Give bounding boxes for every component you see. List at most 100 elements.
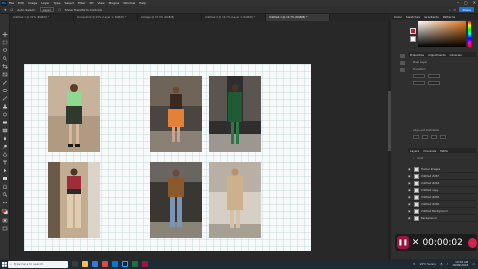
move-tool-icon[interactable]: ✥: [4, 8, 7, 12]
history-brush-icon[interactable]: [2, 112, 8, 117]
taskbar-clock[interactable]: 10:04 AM 18/09/2023: [452, 261, 468, 267]
x-field[interactable]: [413, 81, 425, 85]
layer-row[interactable]: ◉ Background: [408, 215, 476, 222]
libraries-icon[interactable]: [400, 68, 405, 72]
move-tool-icon[interactable]: [2, 32, 8, 37]
tab-properties[interactable]: Properties: [410, 53, 424, 57]
excel-icon[interactable]: [132, 261, 138, 267]
layer-row[interactable]: ◉ Untitled copy: [408, 187, 476, 194]
tab-gradients[interactable]: Gradients: [424, 15, 439, 19]
tab-document-active[interactable]: Untitled-1 @ 12.7% (RGB/8) *: [266, 14, 330, 21]
menu-view[interactable]: View: [97, 1, 104, 5]
visibility-eye-icon[interactable]: ◉: [408, 195, 412, 199]
show-transform-checkbox[interactable]: ☐: [58, 8, 61, 12]
color-picker-field[interactable]: [418, 21, 466, 47]
align-right-icon[interactable]: [431, 135, 437, 139]
visibility-eye-icon[interactable]: ◉: [408, 174, 412, 178]
maximize-icon[interactable]: ▢: [464, 0, 468, 5]
layers-filter-dropdown[interactable]: Kind: [417, 157, 423, 160]
foreground-color-swatch[interactable]: [410, 28, 416, 34]
eyedropper-icon[interactable]: [2, 80, 8, 85]
tab-document-3[interactable]: Collage @ 33.3% (RGB/8): [138, 14, 202, 21]
fashion-photo-6[interactable]: [209, 162, 261, 238]
layer-row[interactable]: ◉ Untitled Background: [408, 208, 476, 215]
weather-text[interactable]: 19°C Sunny: [419, 262, 436, 266]
width-field[interactable]: [413, 74, 425, 78]
lasso-tool-icon[interactable]: [2, 48, 8, 53]
menu-window[interactable]: Window: [123, 1, 135, 5]
tab-channels[interactable]: Channels: [423, 149, 436, 153]
menu-type[interactable]: Type: [54, 1, 61, 5]
search-icon[interactable]: ⌕: [449, 8, 451, 12]
foreground-color-swatch[interactable]: [2, 209, 8, 214]
menu-select[interactable]: Select: [65, 1, 74, 5]
align-left-icon[interactable]: [413, 135, 419, 139]
menu-layer[interactable]: Layer: [41, 1, 49, 5]
visibility-eye-icon[interactable]: ◉: [408, 167, 412, 171]
fashion-photo-2[interactable]: [150, 76, 202, 152]
healing-brush-icon[interactable]: [2, 88, 8, 93]
menu-file[interactable]: File: [9, 1, 14, 5]
visibility-eye-icon[interactable]: ◉: [408, 216, 412, 220]
visibility-eye-icon[interactable]: ◉: [408, 209, 412, 213]
brush-tool-icon[interactable]: [2, 96, 8, 101]
layer-row[interactable]: ◉ Untitled #265: [408, 194, 476, 201]
screen-mode-icon[interactable]: [2, 226, 8, 231]
auto-select-checkbox[interactable]: ☑: [11, 8, 14, 12]
menu-filter[interactable]: Filter: [78, 1, 85, 5]
recorder-taskbar-icon[interactable]: [142, 261, 148, 267]
canvas-workspace[interactable]: [10, 21, 388, 259]
more-tools-icon[interactable]: [2, 200, 8, 205]
document-canvas[interactable]: [24, 64, 311, 251]
tab-adjustments[interactable]: Adjustments: [428, 53, 446, 57]
menu-help[interactable]: Help: [139, 1, 146, 5]
share-button[interactable]: Share: [459, 7, 474, 12]
crop-tool-icon[interactable]: [2, 64, 8, 69]
task-view-icon[interactable]: [72, 261, 78, 267]
fashion-photo-5[interactable]: [150, 162, 202, 238]
chrome-browser-icon[interactable]: [102, 261, 108, 267]
tab-layers[interactable]: Layers: [410, 149, 419, 153]
tab-paths[interactable]: Paths: [440, 149, 448, 153]
background-color-swatch[interactable]: [410, 36, 416, 42]
cancel-recording-icon[interactable]: ✕: [412, 238, 420, 248]
menu-3d[interactable]: 3D: [89, 1, 93, 5]
height-field[interactable]: [428, 74, 440, 78]
history-icon[interactable]: [400, 54, 405, 58]
adjustments-icon[interactable]: [400, 61, 405, 65]
layer-row[interactable]: ◉ Trainer Images: [408, 166, 476, 173]
rectangle-tool-icon[interactable]: [2, 176, 8, 181]
layer-row[interactable]: ◉ Untitled #267: [408, 173, 476, 180]
hand-tool-icon[interactable]: [2, 184, 8, 189]
photoshop-taskbar-icon[interactable]: [122, 261, 128, 267]
tab-patterns[interactable]: Patterns: [443, 15, 455, 19]
tab-swatches[interactable]: Swatches: [406, 15, 420, 19]
weather-icon[interactable]: ☀: [413, 262, 416, 266]
mail-icon[interactable]: [112, 261, 118, 267]
zoom-tool-icon[interactable]: [2, 192, 8, 197]
frame-tool-icon[interactable]: [2, 72, 8, 77]
eraser-icon[interactable]: [2, 120, 8, 125]
minimize-icon[interactable]: –: [457, 0, 459, 5]
menu-image[interactable]: Image: [28, 1, 37, 5]
taskbar-search-input[interactable]: ⌕ Type here to search: [8, 260, 68, 268]
workspace-icon[interactable]: ▭: [453, 8, 456, 12]
y-field[interactable]: [428, 81, 440, 85]
dodge-tool-icon[interactable]: [2, 144, 8, 149]
notifications-icon[interactable]: ▭: [472, 262, 475, 266]
tab-libraries[interactable]: Libraries: [450, 53, 462, 57]
tab-color[interactable]: Color: [394, 15, 402, 19]
visibility-eye-icon[interactable]: ◉: [408, 181, 412, 185]
type-tool-icon[interactable]: [2, 160, 8, 165]
stop-recording-button[interactable]: [467, 237, 477, 248]
quick-mask-icon[interactable]: [2, 218, 8, 223]
blur-tool-icon[interactable]: [2, 136, 8, 141]
windows-start-icon[interactable]: [0, 259, 8, 269]
align-top-icon[interactable]: [440, 135, 446, 139]
fashion-photo-4[interactable]: [48, 162, 100, 238]
menu-plugins[interactable]: Plugins: [109, 1, 120, 5]
edge-browser-icon[interactable]: [92, 261, 98, 267]
fashion-photo-1[interactable]: [48, 76, 100, 152]
layer-row[interactable]: ◉ Untitled #264: [408, 180, 476, 187]
close-icon[interactable]: ✕: [473, 0, 476, 5]
